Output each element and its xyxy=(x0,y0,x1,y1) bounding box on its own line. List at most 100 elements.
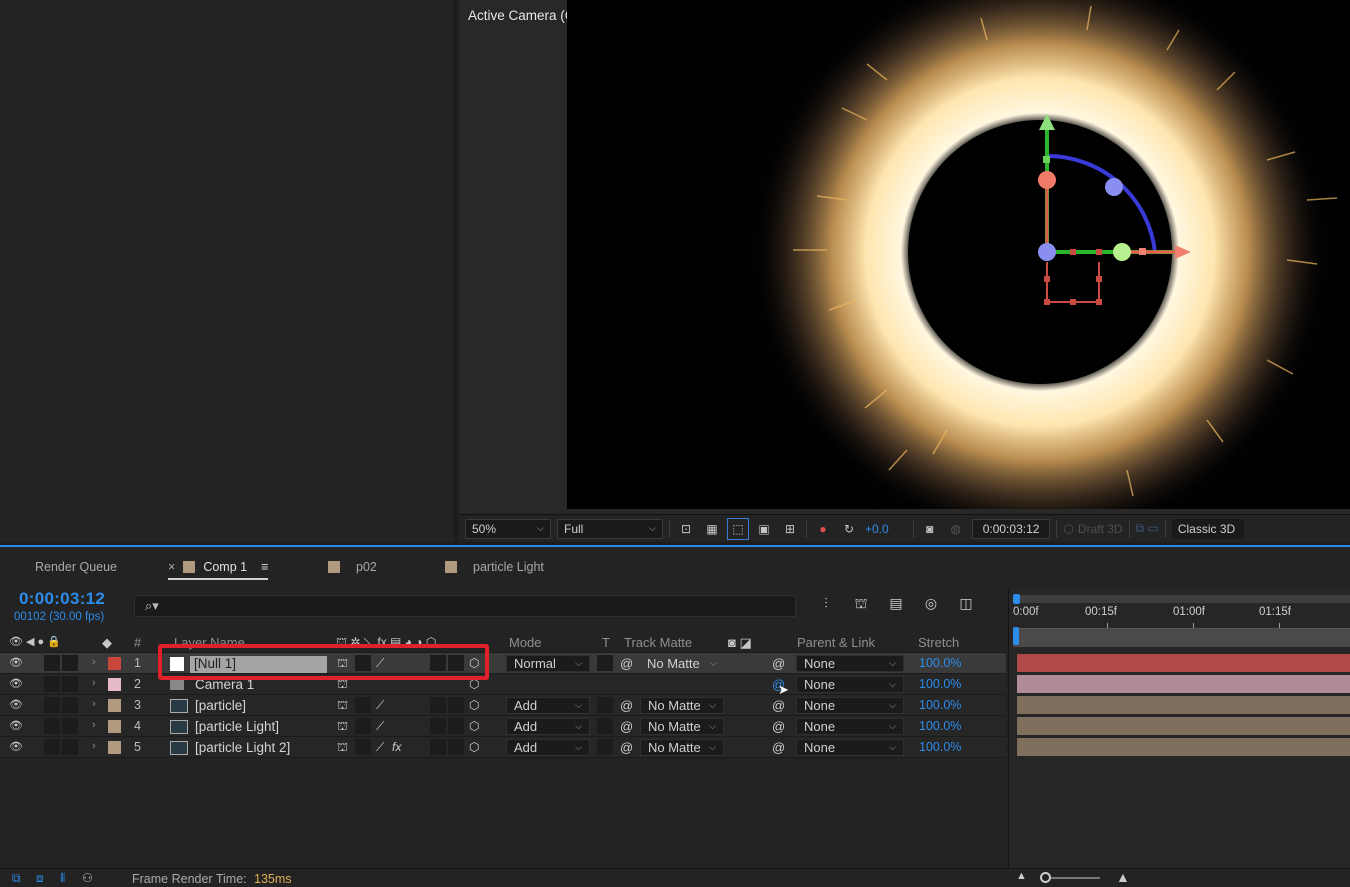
twirl-chevron-icon[interactable]: › xyxy=(92,656,96,668)
viewer-timecode[interactable]: 0:00:03:12 xyxy=(971,518,1051,539)
time-graph[interactable]: 0:00f 00:15f 01:00f 01:15f xyxy=(1008,589,1350,873)
adjustment-switch[interactable] xyxy=(430,718,446,734)
column-track-matte[interactable]: Track Matte xyxy=(624,635,692,650)
region-of-interest-icon[interactable]: ▣ xyxy=(754,519,774,539)
camera-snapshot-icon[interactable]: ◙ xyxy=(920,519,940,539)
comp-canvas[interactable] xyxy=(567,0,1350,509)
matte-pickwhip-icon[interactable]: @ xyxy=(620,719,633,734)
column-layer-name[interactable]: Layer Name xyxy=(174,635,245,650)
parent-pickwhip-icon[interactable]: @ xyxy=(772,719,785,734)
lock-switch[interactable] xyxy=(62,676,78,692)
label-color-swatch[interactable] xyxy=(108,741,121,754)
tab-render-queue[interactable]: Render Queue xyxy=(35,560,117,574)
motion-blur-icon[interactable]: ◎ xyxy=(920,595,942,614)
quality-switch-icon[interactable]: ⟋ xyxy=(376,719,384,734)
preserve-transparency-switch[interactable] xyxy=(597,718,613,734)
current-time-display[interactable]: 0:00:03:12 xyxy=(19,589,105,609)
twirl-chevron-icon[interactable]: › xyxy=(92,677,96,689)
parent-pickwhip-icon[interactable]: @ xyxy=(772,740,785,755)
layer-row-particle-light[interactable]: 👁 › 4 [particle Light] ⛫ ⟋ ⬡ Add ⌵ @ No M… xyxy=(0,716,1006,737)
lock-switch[interactable] xyxy=(62,655,78,671)
tab-p02[interactable]: p02 xyxy=(328,560,377,574)
effects-fx-icon[interactable]: fx xyxy=(392,740,401,754)
zoom-in-icon[interactable]: ▲ xyxy=(1116,869,1130,885)
quality-switch-icon[interactable]: ⟋ xyxy=(376,698,384,713)
stretch-value[interactable]: 100.0% xyxy=(919,698,961,712)
matte-pickwhip-icon[interactable]: @ xyxy=(620,698,633,713)
work-area-bar[interactable] xyxy=(1013,594,1350,604)
parent-select[interactable]: None ⌵ xyxy=(796,697,904,714)
tab-comp-1[interactable]: × Comp 1 ≡ xyxy=(168,560,269,580)
time-ruler[interactable]: 0:00f 00:15f 01:00f 01:15f xyxy=(1013,603,1350,629)
transparency-grid-icon[interactable]: ▦ xyxy=(702,519,722,539)
stretch-value[interactable]: 100.0% xyxy=(919,677,961,691)
tab-menu-icon[interactable]: ≡ xyxy=(261,560,268,574)
layer-name[interactable]: [particle Light] xyxy=(195,719,279,734)
twirl-chevron-icon[interactable]: › xyxy=(92,740,96,752)
layer-row-particle-light-2[interactable]: 👁 › 5 [particle Light 2] ⛫ ⟋ fx ⬡ Add ⌵ @… xyxy=(0,737,1006,758)
matte-pickwhip-icon[interactable]: @ xyxy=(620,656,633,671)
quality-switch-icon[interactable]: ⟋ xyxy=(376,740,384,755)
tab-particle-light[interactable]: particle Light xyxy=(445,560,544,574)
shy-switch-icon[interactable]: ⛫ xyxy=(337,677,348,693)
blend-mode-select[interactable]: Add ⌵ xyxy=(506,697,590,714)
3d-layer-icon[interactable]: ⬡ xyxy=(469,719,479,733)
layer-bar-particle-light-2[interactable] xyxy=(1017,738,1350,756)
transfer-controls-icon[interactable]: ⧈ xyxy=(36,871,44,886)
parent-pickwhip-icon[interactable]: @ xyxy=(772,698,785,713)
shy-switch-icon[interactable]: ⛫ xyxy=(337,719,348,735)
color-management-icon[interactable]: ↻ xyxy=(839,519,859,539)
solo-switch[interactable] xyxy=(44,718,60,734)
blend-mode-select[interactable]: Add ⌵ xyxy=(506,739,590,756)
draft-3d-icon[interactable]: ⛫ xyxy=(850,595,872,614)
layer-name[interactable]: [particle] xyxy=(195,698,246,713)
channel-icon[interactable]: ● xyxy=(813,519,833,539)
preserve-transparency-switch[interactable] xyxy=(597,655,613,671)
parent-select[interactable]: None ⌵ xyxy=(796,676,904,693)
preserve-transparency-switch[interactable] xyxy=(597,739,613,755)
renderer-select[interactable]: Classic 3D xyxy=(1171,518,1244,539)
layer-name-field[interactable]: [Null 1] xyxy=(190,656,327,673)
layer-bar-null-1[interactable] xyxy=(1017,654,1350,672)
motion-blur-switch[interactable] xyxy=(448,739,464,755)
adjustment-switch[interactable] xyxy=(430,739,446,755)
stretch-value[interactable]: 100.0% xyxy=(919,719,961,733)
3d-layer-icon[interactable]: ⬡ xyxy=(469,740,479,754)
layer-bar-camera-1[interactable] xyxy=(1017,675,1350,693)
label-tag-icon[interactable]: ◆ xyxy=(102,635,112,651)
track-matte-select[interactable]: No Matte ⌵ xyxy=(640,739,724,756)
track-matte-select[interactable]: No Matte ⌵ xyxy=(640,655,724,672)
3d-layer-icon[interactable]: ⬡ xyxy=(469,656,479,670)
visibility-eye-icon[interactable]: 👁 xyxy=(9,740,23,753)
solo-switch[interactable] xyxy=(44,739,60,755)
column-mode[interactable]: Mode xyxy=(509,635,542,650)
shy-switch-icon[interactable]: ⛫ xyxy=(337,698,348,714)
in-out-icon[interactable]: ⦀ xyxy=(60,871,65,886)
label-color-swatch[interactable] xyxy=(108,699,121,712)
layer-search-input[interactable]: ⌕▾ xyxy=(134,595,796,617)
collapse-switch[interactable] xyxy=(355,739,371,755)
3d-layer-icon[interactable]: ⬡ xyxy=(469,698,479,712)
3d-view-icon[interactable]: ⧉ ▭ xyxy=(1136,521,1159,536)
resolution-select[interactable]: Full ⌵ xyxy=(557,518,663,539)
layer-row-null-1[interactable]: 👁 › 1 [Null 1] ⛫ ⟋ ⬡ Normal ⌵ @ No Matte ⌵… xyxy=(0,653,1006,674)
layer-bar-particle-light[interactable] xyxy=(1017,717,1350,735)
composition-mini-flowchart-icon[interactable]: ⫶ xyxy=(815,595,837,614)
lock-switch[interactable] xyxy=(62,697,78,713)
adjustment-switch[interactable] xyxy=(430,655,446,671)
stretch-value[interactable]: 100.0% xyxy=(919,740,961,754)
shy-switch-icon[interactable]: ⛫ xyxy=(337,740,348,756)
layer-row-particle[interactable]: 👁 › 3 [particle] ⛫ ⟋ ⬡ Add ⌵ @ No Matte ⌵ … xyxy=(0,695,1006,716)
parent-pickwhip-icon[interactable]: @ xyxy=(772,656,785,671)
lock-switch[interactable] xyxy=(62,739,78,755)
column-parent-link[interactable]: Parent & Link xyxy=(797,635,875,650)
collapse-switch[interactable] xyxy=(355,655,371,671)
visibility-eye-icon[interactable]: 👁 xyxy=(9,719,23,732)
motion-blur-switch[interactable] xyxy=(448,655,464,671)
zoom-slider-handle[interactable] xyxy=(1040,872,1051,883)
label-color-swatch[interactable] xyxy=(108,657,121,670)
quality-switch-icon[interactable]: ⟋ xyxy=(376,656,384,671)
layer-switches-icon[interactable]: ⧉ xyxy=(12,871,21,886)
render-time-icon[interactable]: ⚇ xyxy=(82,871,93,885)
label-color-swatch[interactable] xyxy=(108,720,121,733)
